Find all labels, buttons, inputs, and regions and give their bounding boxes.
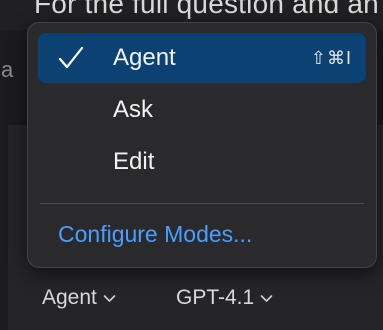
chevron-down-icon [103, 295, 116, 302]
menu-item-label: Edit [113, 148, 155, 175]
menu-item-ask[interactable]: Ask [38, 85, 366, 135]
menu-item-edit[interactable]: Edit [38, 137, 366, 187]
configure-modes-link[interactable]: Configure Modes... [58, 212, 252, 256]
keyboard-shortcut: ⇧⌘I [310, 48, 352, 68]
mode-dropdown-menu: Agent ⇧⌘I Ask Edit Configure Modes... [27, 22, 377, 268]
menu-separator [40, 203, 364, 204]
menu-item-label: Ask [113, 96, 154, 123]
background-glyph: a [1, 57, 14, 82]
chevron-down-icon [260, 295, 273, 302]
background-text: For the full question and an [34, 0, 379, 19]
checkmark-icon [58, 46, 84, 69]
menu-item-agent[interactable]: Agent ⇧⌘I [38, 33, 366, 83]
mode-selector[interactable]: Agent [42, 280, 116, 316]
menu-item-label: Agent [113, 44, 176, 71]
model-selector-label: GPT-4.1 [176, 286, 255, 309]
mode-selector-label: Agent [42, 286, 97, 309]
model-selector[interactable]: GPT-4.1 [176, 280, 273, 316]
